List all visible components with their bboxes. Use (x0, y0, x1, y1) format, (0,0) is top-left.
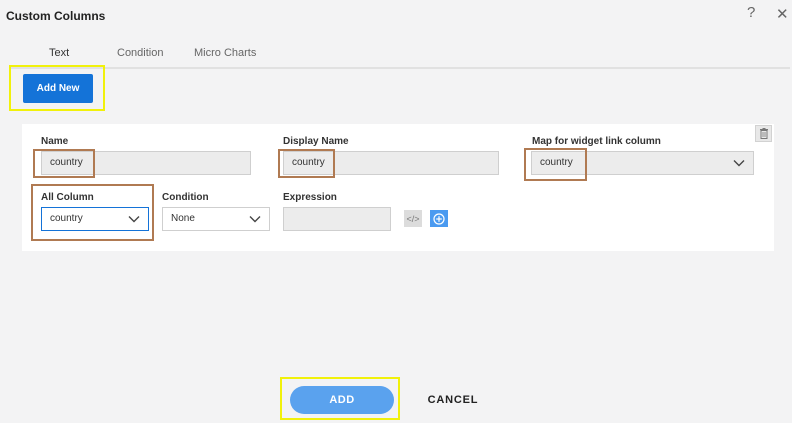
add-expression-icon[interactable] (430, 210, 448, 227)
add-new-button[interactable]: Add New (23, 74, 93, 103)
all-column-select[interactable]: country (41, 207, 149, 231)
name-input[interactable]: country (41, 151, 251, 175)
tab-condition[interactable]: Condition (117, 47, 163, 59)
trash-icon[interactable] (755, 125, 772, 142)
close-icon[interactable]: ✕ (776, 5, 789, 23)
all-column-label: All Column (41, 192, 94, 203)
cancel-button[interactable]: CANCEL (418, 387, 488, 413)
condition-select[interactable]: None (162, 207, 270, 231)
map-widget-link-label: Map for widget link column (532, 136, 661, 147)
help-icon[interactable]: ? (747, 4, 755, 21)
display-name-input[interactable]: country (283, 151, 499, 175)
chevron-down-icon (249, 216, 261, 223)
condition-value: None (171, 213, 195, 224)
map-widget-link-value: country (540, 157, 573, 168)
add-button[interactable]: ADD (290, 386, 394, 414)
expression-input[interactable] (283, 207, 391, 231)
display-name-label: Display Name (283, 136, 349, 147)
code-icon[interactable]: </> (404, 210, 422, 227)
chevron-down-icon (733, 160, 745, 167)
name-label: Name (41, 136, 69, 147)
map-widget-link-select[interactable]: country (531, 151, 754, 175)
all-column-value: country (50, 213, 83, 224)
tab-bar-divider (10, 67, 790, 69)
tab-micro-charts[interactable]: Micro Charts (194, 47, 256, 59)
condition-label: Condition (162, 192, 209, 203)
dialog-title: Custom Columns (6, 9, 106, 23)
tab-text[interactable]: Text (49, 47, 69, 59)
column-definition-card (22, 124, 774, 251)
chevron-down-icon (128, 216, 140, 223)
expression-label: Expression (283, 192, 337, 203)
